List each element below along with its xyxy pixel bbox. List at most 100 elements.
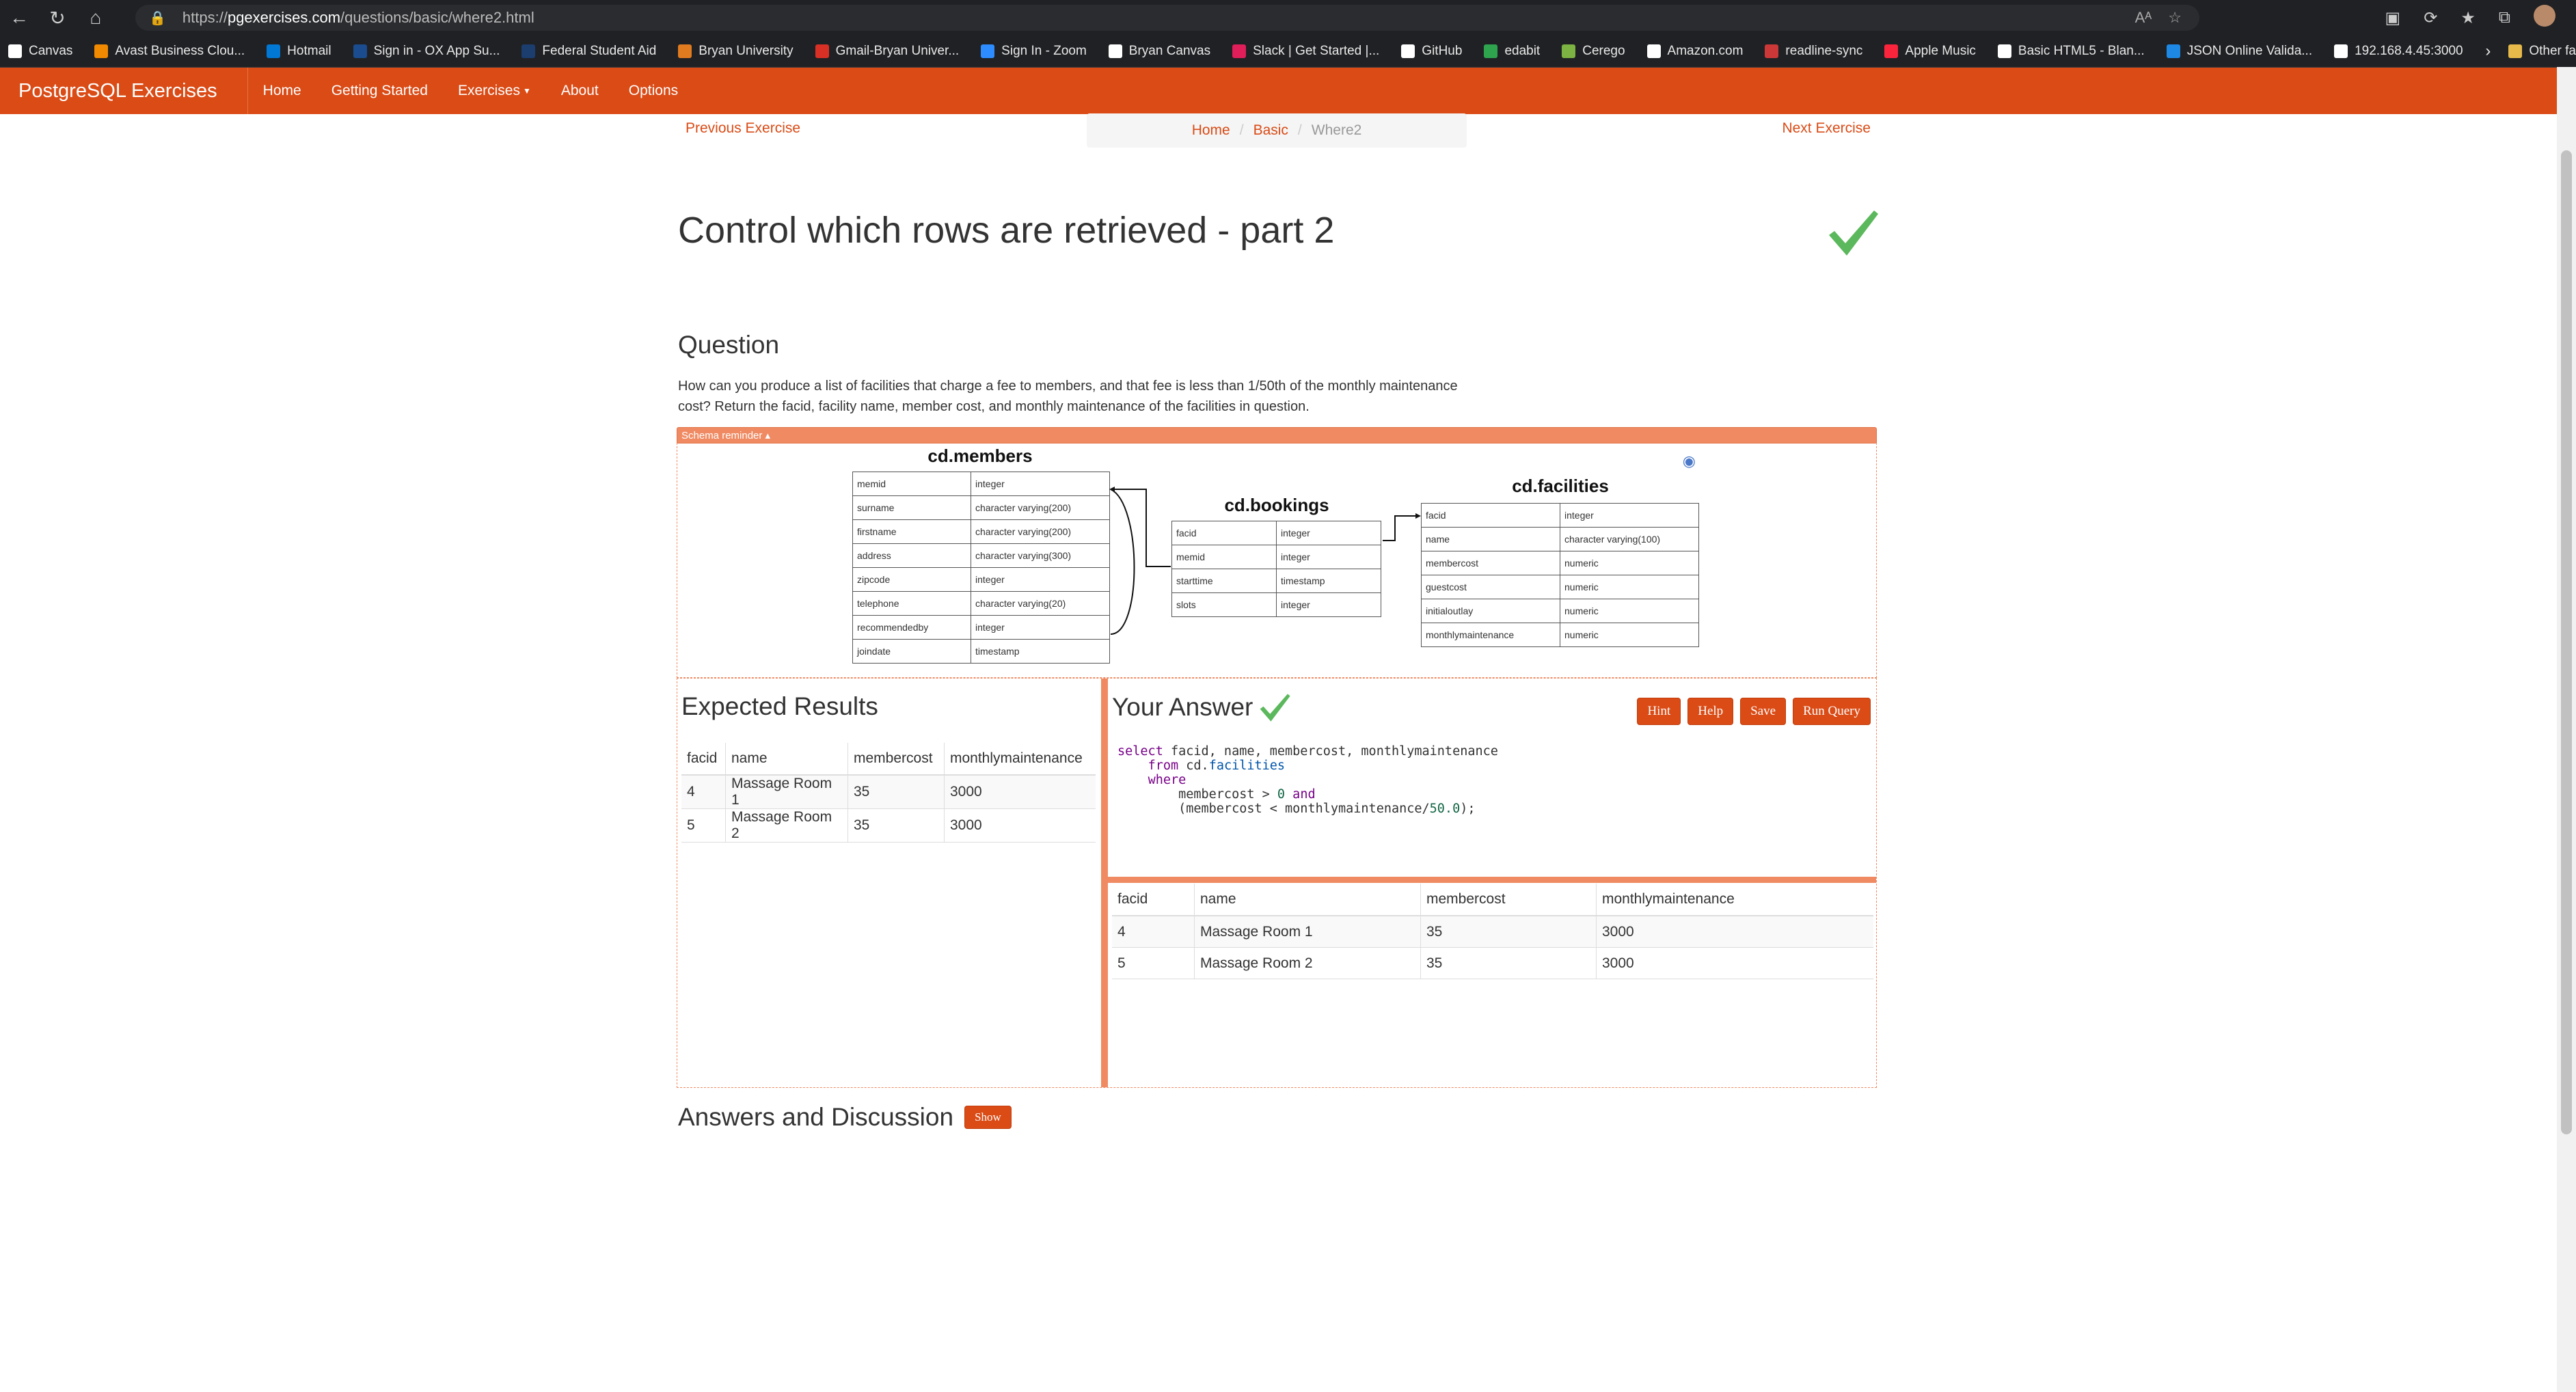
home-icon[interactable]: ⌂ xyxy=(77,7,115,29)
bookmark-label: Slack | Get Started |... xyxy=(1253,44,1380,58)
breadcrumb-current: Where2 xyxy=(1311,122,1362,138)
nav-home[interactable]: Home xyxy=(247,68,316,114)
bookmark-item[interactable]: Basic HTML5 - Blan... xyxy=(1997,44,2145,59)
previous-exercise-link[interactable]: Previous Exercise xyxy=(686,120,800,137)
avatar xyxy=(2534,4,2555,27)
table-cell: 35 xyxy=(848,808,945,843)
page-scrollbar[interactable] xyxy=(2557,67,2576,1392)
table-cell: Massage Room 1 xyxy=(1194,916,1421,948)
bookmark-label: Amazon.com xyxy=(1667,44,1744,58)
bookmark-favicon-icon xyxy=(521,44,536,58)
address-bar[interactable]: 🔒 https://pgexercises.com/questions/basi… xyxy=(135,5,2199,31)
your-answer-title-row: Your Answer xyxy=(1112,692,1291,722)
save-button[interactable]: Save xyxy=(1740,698,1787,725)
show-answers-button[interactable]: Show xyxy=(964,1106,1012,1129)
url-protocol: https:// xyxy=(182,9,228,26)
bookmark-favicon-icon xyxy=(1646,44,1661,58)
app-navbar: PostgreSQL Exercises Home Getting Starte… xyxy=(0,68,2576,114)
your-answer-heading: Your Answer xyxy=(1112,693,1253,721)
read-aloud-icon[interactable]: Aᴬ xyxy=(2135,9,2152,27)
lock-icon: 🔒 xyxy=(149,10,166,26)
bookings-facility-link xyxy=(1383,515,1417,541)
refresh-icon[interactable]: ↻ xyxy=(38,7,77,29)
breadcrumb-separator: / xyxy=(1239,122,1244,138)
bookmark-item[interactable]: Bryan Canvas xyxy=(1108,44,1210,59)
bookmark-item[interactable]: Avast Business Clou... xyxy=(94,44,245,59)
bookmark-label: 192.168.4.45:3000 xyxy=(2355,44,2463,58)
url-path: /questions/basic/where2.html xyxy=(340,9,534,26)
code-text: facid, name, membercost, monthlymaintena… xyxy=(1163,744,1498,759)
table-header-row: facid name membercost monthlymaintenance xyxy=(1112,884,1873,916)
sync-icon[interactable]: ⟳ xyxy=(2424,8,2437,28)
bookmarks-overflow-icon[interactable]: › xyxy=(2485,42,2491,61)
bookmark-label: Gmail-Bryan Univer... xyxy=(835,44,960,58)
bookmark-item[interactable]: Slack | Get Started |... xyxy=(1232,44,1379,59)
bookmark-favicon-icon xyxy=(1997,44,2011,58)
bookmark-label: Avast Business Clou... xyxy=(115,44,245,58)
breadcrumb-basic[interactable]: Basic xyxy=(1253,122,1288,139)
bookmark-favicon-icon xyxy=(1765,44,1779,58)
bookmark-item[interactable]: readline-sync xyxy=(1765,44,1862,59)
bookmark-item[interactable]: edabit xyxy=(1484,44,1540,59)
bookmark-item[interactable]: Amazon.com xyxy=(1646,44,1744,59)
nav-about[interactable]: About xyxy=(546,68,614,114)
favorite-star-icon[interactable]: ☆ xyxy=(2168,9,2182,27)
completed-check-icon xyxy=(1829,210,1878,256)
code-text: ); xyxy=(1460,802,1476,816)
bookmark-item[interactable]: Sign in - OX App Su... xyxy=(353,44,500,59)
run-query-button[interactable]: Run Query xyxy=(1793,698,1871,725)
bookmark-label: Bryan University xyxy=(699,44,794,58)
next-exercise-link[interactable]: Next Exercise xyxy=(1782,120,1871,137)
nav-getting-started[interactable]: Getting Started xyxy=(316,68,443,114)
bookmark-item[interactable]: Canvas xyxy=(8,44,72,59)
code-number: 50.0 xyxy=(1429,802,1461,816)
extension-icon[interactable]: ▣ xyxy=(2385,8,2401,28)
help-button[interactable]: Help xyxy=(1687,698,1734,725)
bookmark-item[interactable]: Gmail-Bryan Univer... xyxy=(815,44,960,59)
nav-exercises[interactable]: Exercises ▼ xyxy=(443,68,546,114)
bookmark-label: Apple Music xyxy=(1905,44,1976,58)
panel-divider[interactable] xyxy=(1101,679,1108,1087)
bookmark-item[interactable]: JSON Online Valida... xyxy=(2166,44,2312,59)
bookmark-item[interactable]: Bryan University xyxy=(678,44,794,59)
editor-resize-bar[interactable] xyxy=(1108,877,1876,883)
table-cell: 3000 xyxy=(1596,947,1873,979)
bookmark-item[interactable]: GitHub xyxy=(1401,44,1462,59)
nav-options[interactable]: Options xyxy=(614,68,693,114)
relationship-lines xyxy=(1109,487,1421,635)
bookmark-label: Basic HTML5 - Blan... xyxy=(2018,44,2145,58)
bookmark-favicon-icon xyxy=(1232,44,1247,58)
collections-icon[interactable]: ⧉ xyxy=(2499,8,2510,27)
bookmark-item[interactable]: Sign In - Zoom xyxy=(981,44,1087,59)
bookmark-favicon-icon xyxy=(678,44,692,58)
scrollbar-thumb[interactable] xyxy=(2561,150,2572,1134)
favorites-icon[interactable]: ★ xyxy=(2460,8,2476,28)
code-keyword: where xyxy=(1148,773,1187,787)
bookmark-favicon-icon xyxy=(353,44,367,58)
bookmark-favicon-icon xyxy=(8,44,22,58)
back-arrow-icon[interactable]: ← xyxy=(0,7,38,29)
bookmark-item[interactable]: Federal Student Aid xyxy=(521,44,656,59)
breadcrumb-home[interactable]: Home xyxy=(1192,122,1230,139)
column-header: membercost xyxy=(1420,884,1597,916)
profile-icon[interactable] xyxy=(2534,4,2555,31)
column-header: membercost xyxy=(848,743,945,776)
question-text: How can you produce a list of facilities… xyxy=(678,379,1458,414)
expected-results-panel: Expected Results facid name membercost mont… xyxy=(677,679,1101,1087)
answers-discussion: Answers and Discussion Show xyxy=(678,1103,1012,1132)
bookmark-favicon-icon xyxy=(2334,44,2348,58)
bookmark-label: Canvas xyxy=(29,44,73,58)
brand-link[interactable]: PostgreSQL Exercises xyxy=(0,80,239,103)
answer-area: Expected Results facid name membercost mont… xyxy=(677,678,1877,1088)
bookmark-item[interactable]: 192.168.4.45:3000 xyxy=(2334,44,2463,59)
schema-reminder-toggle[interactable]: Schema reminder ▴ xyxy=(677,427,1877,443)
bookmark-favicon-icon xyxy=(1108,44,1122,58)
column-header: facid xyxy=(681,743,726,776)
code-keyword: from xyxy=(1148,759,1179,773)
hint-button[interactable]: Hint xyxy=(1637,698,1681,725)
bookmark-item[interactable]: Hotmail xyxy=(267,44,331,59)
other-favorites[interactable]: Other fa xyxy=(2508,44,2576,59)
bookmark-item[interactable]: Cerego xyxy=(1562,44,1625,59)
bookmark-item[interactable]: Apple Music xyxy=(1884,44,1976,59)
sql-editor[interactable]: select facid, name, membercost, monthlym… xyxy=(1117,744,1498,816)
